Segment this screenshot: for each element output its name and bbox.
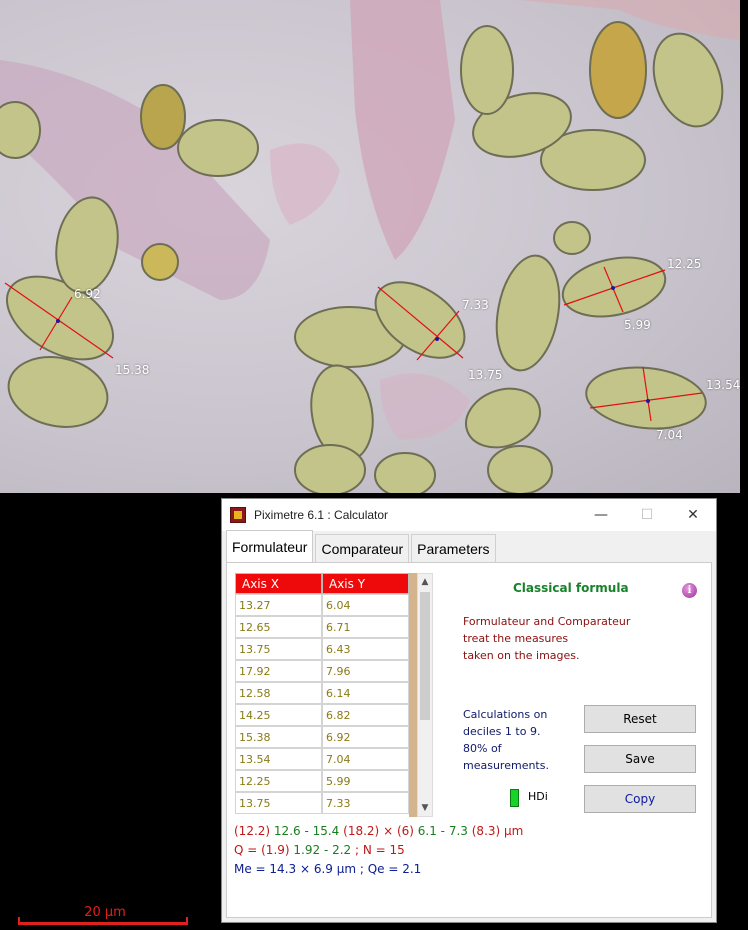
scroll-up-arrow-icon[interactable]: ▲ (418, 574, 432, 590)
result-quotient: Q = (1.9) 1.92 - 2.2 ; N = 15 (234, 843, 405, 857)
cell-axis-x: 14.25 (235, 704, 322, 726)
table-row[interactable]: 13.27 6.04 (235, 594, 432, 616)
calculator-window: Piximetre 6.1 : Calculator — ☐ ✕ Formula… (221, 498, 717, 923)
cell-axis-x: 13.75 (235, 638, 322, 660)
cell-axis-y: 7.96 (322, 660, 409, 682)
table-row[interactable]: 13.75 6.43 (235, 638, 432, 660)
table-row[interactable]: 12.65 6.71 (235, 616, 432, 638)
tab-parameters[interactable]: Parameters (411, 534, 496, 562)
scale-bar (18, 917, 188, 925)
table-row[interactable]: 15.38 6.92 (235, 726, 432, 748)
table-row[interactable]: 13.75 7.33 (235, 792, 432, 814)
cell-axis-y: 6.04 (322, 594, 409, 616)
column-header-axis-y[interactable]: Axis Y (322, 573, 409, 594)
table-row[interactable]: 17.92 7.96 (235, 660, 432, 682)
cell-axis-y: 6.82 (322, 704, 409, 726)
minimize-button[interactable]: — (578, 499, 624, 531)
measure-label: 5.99 (624, 318, 651, 332)
measure-label: 15.38 (115, 363, 150, 377)
info-icon[interactable]: i (682, 583, 697, 598)
measure-label: 12.25 (667, 257, 702, 271)
copy-button[interactable]: Copy (584, 785, 696, 813)
measure-label: 6.92 (74, 287, 101, 301)
title-bar[interactable]: Piximetre 6.1 : Calculator — ☐ ✕ (222, 499, 716, 531)
app-icon (230, 507, 246, 523)
reset-button[interactable]: Reset (584, 705, 696, 733)
cell-axis-x: 13.54 (235, 748, 322, 770)
maximize-button[interactable]: ☐ (624, 499, 670, 531)
measurements-table[interactable]: Axis X Axis Y 13.27 6.04 12.65 6.71 13.75 6… (235, 573, 432, 817)
table-row[interactable]: 14.25 6.82 (235, 704, 432, 726)
cell-axis-x: 12.65 (235, 616, 322, 638)
table-row[interactable]: 12.58 6.14 (235, 682, 432, 704)
measure-label: 13.75 (468, 368, 503, 382)
close-button[interactable]: ✕ (670, 499, 716, 531)
cell-axis-y: 5.99 (322, 770, 409, 792)
cell-axis-y: 7.04 (322, 748, 409, 770)
scale-bar-label: 20 µm (84, 905, 126, 920)
window-title: Piximetre 6.1 : Calculator (254, 508, 389, 522)
hdi-label: HDi (528, 790, 548, 803)
cell-axis-x: 12.58 (235, 682, 322, 704)
cell-axis-x: 17.92 (235, 660, 322, 682)
tab-comparateur[interactable]: Comparateur (315, 534, 410, 562)
result-dimensions: (12.2) 12.6 - 15.4 (18.2) × (6) 6.1 - 7.… (234, 824, 524, 838)
cell-axis-y: 6.14 (322, 682, 409, 704)
microscope-image: 6.92 15.38 7.33 13.75 12.25 5.99 13.54 7… (0, 0, 740, 493)
table-row[interactable]: 12.25 5.99 (235, 770, 432, 792)
tab-formulateur[interactable]: Formulateur (226, 530, 314, 562)
scroll-thumb[interactable] (420, 592, 430, 720)
cell-axis-x: 13.27 (235, 594, 322, 616)
measure-label: 7.04 (656, 428, 683, 442)
formula-title: Classical formula (513, 581, 629, 595)
spore-illustration (0, 0, 740, 493)
measure-label: 7.33 (462, 298, 489, 312)
scroll-down-arrow-icon[interactable]: ▼ (418, 800, 432, 816)
result-mean: Me = 14.3 × 6.9 µm ; Qe = 2.1 (234, 862, 422, 876)
table-scrollbar[interactable]: ▲ ▼ (417, 573, 433, 817)
table-divider (409, 573, 417, 817)
table-row[interactable]: 13.54 7.04 (235, 748, 432, 770)
cell-axis-y: 7.33 (322, 792, 409, 814)
cell-axis-y: 6.43 (322, 638, 409, 660)
description-text: Formulateur and Comparateur treat the me… (463, 615, 631, 662)
tab-bar: Formulateur Comparateur Parameters (226, 530, 712, 563)
column-header-axis-x[interactable]: Axis X (235, 573, 322, 594)
calculation-note: Calculations on deciles 1 to 9. 80% of m… (463, 708, 549, 772)
measure-label: 13.54 (706, 378, 740, 392)
cell-axis-y: 6.92 (322, 726, 409, 748)
hdi-indicator-icon[interactable] (510, 789, 519, 807)
cell-axis-x: 15.38 (235, 726, 322, 748)
save-button[interactable]: Save (584, 745, 696, 773)
formulateur-panel: Axis X Axis Y 13.27 6.04 12.65 6.71 13.75 6… (226, 563, 712, 918)
cell-axis-y: 6.71 (322, 616, 409, 638)
cell-axis-x: 13.75 (235, 792, 322, 814)
cell-axis-x: 12.25 (235, 770, 322, 792)
